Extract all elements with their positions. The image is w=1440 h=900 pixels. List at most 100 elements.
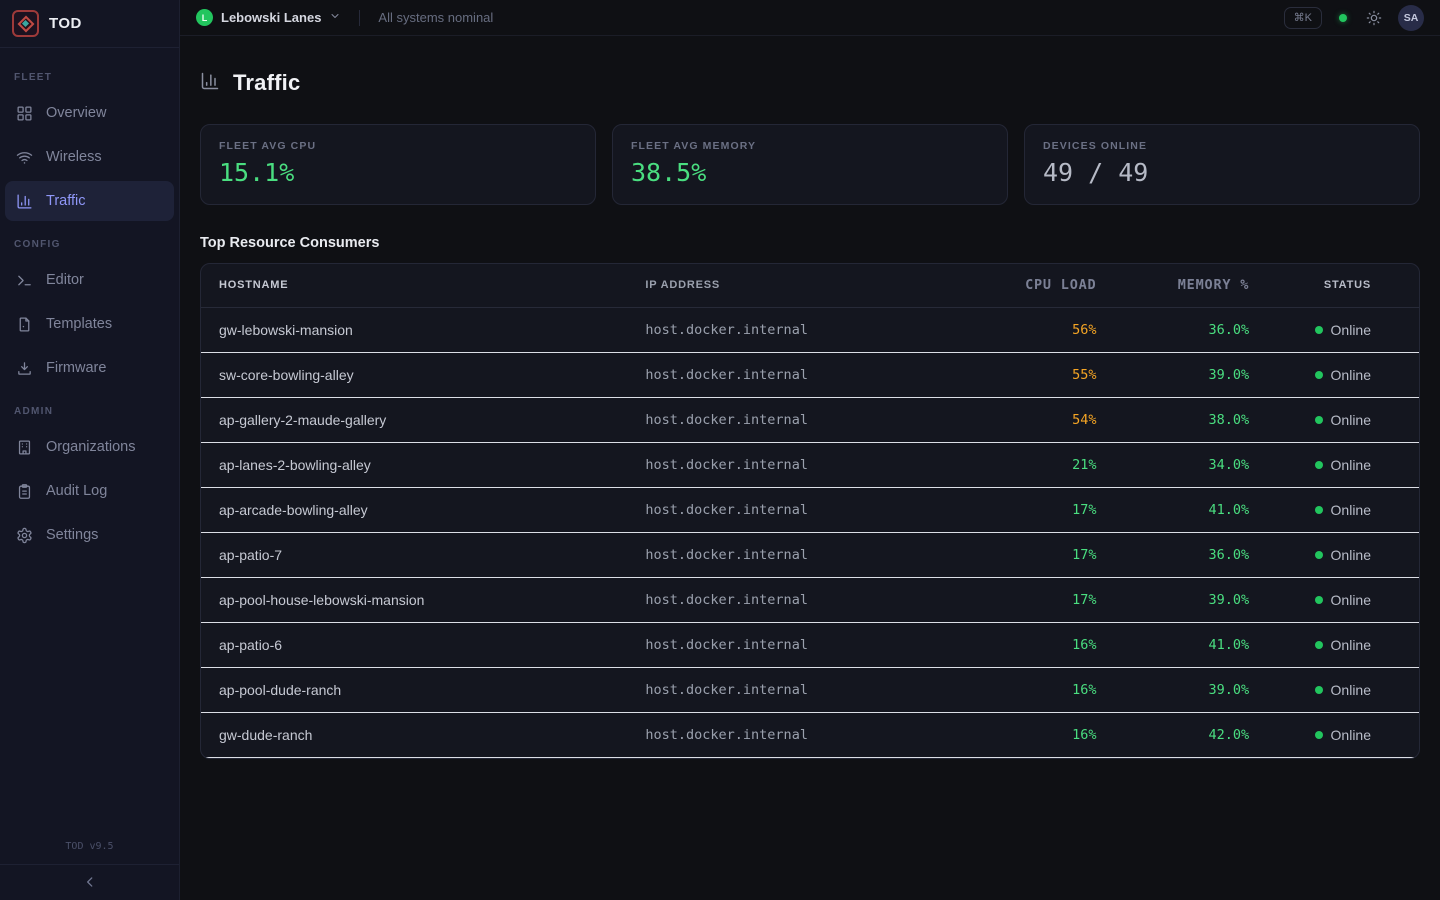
sidebar-item-templates[interactable]: Templates — [5, 304, 174, 344]
sidebar-item-editor[interactable]: Editor — [5, 260, 174, 300]
column-header-memory-%: MEMORY % — [1114, 264, 1269, 307]
stat-cards: FLEET AVG CPU 15.1% FLEET AVG MEMORY 38.… — [200, 124, 1420, 205]
table-header: HOSTNAMEIP ADDRESSCPU LOADMEMORY %STATUS — [201, 264, 1419, 307]
sidebar-item-traffic[interactable]: Traffic — [5, 181, 174, 221]
table-row[interactable]: ap-patio-6 host.docker.internal 16% 41.0… — [201, 622, 1419, 667]
bar-chart-icon — [16, 193, 33, 210]
table-header-row: HOSTNAMEIP ADDRESSCPU LOADMEMORY %STATUS — [201, 264, 1419, 307]
topbar-divider — [359, 10, 360, 26]
table-row[interactable]: sw-core-bowling-alley host.docker.intern… — [201, 352, 1419, 397]
app-name: TOD — [49, 15, 82, 32]
org-switcher[interactable]: L Lebowski Lanes — [196, 9, 341, 27]
online-dot-icon — [1315, 551, 1323, 559]
status-text: Online — [1331, 592, 1371, 608]
user-avatar[interactable]: SA — [1398, 5, 1424, 31]
table-row[interactable]: ap-arcade-bowling-alley host.docker.inte… — [201, 487, 1419, 532]
sidebar-item-overview[interactable]: Overview — [5, 93, 174, 133]
table-row[interactable]: ap-patio-7 host.docker.internal 17% 36.0… — [201, 532, 1419, 577]
ip-cell: host.docker.internal — [633, 622, 976, 667]
page-title-row: Traffic — [200, 70, 1420, 96]
stat-value: 38.5% — [631, 158, 989, 187]
status-cell: Online — [1269, 307, 1419, 352]
page-title: Traffic — [233, 70, 300, 96]
stat-label: DEVICES ONLINE — [1043, 140, 1401, 152]
chevron-down-icon — [329, 9, 341, 27]
bar-chart-icon — [200, 71, 220, 96]
ip-cell: host.docker.internal — [633, 352, 976, 397]
memory-cell: 36.0% — [1114, 307, 1269, 352]
sidebar-nav: FLEET Overview Wireless Traffic CONFIG E… — [0, 48, 179, 557]
sidebar-item-wireless[interactable]: Wireless — [5, 137, 174, 177]
sidebar-item-organizations[interactable]: Organizations — [5, 427, 174, 467]
stat-label: FLEET AVG MEMORY — [631, 140, 989, 152]
command-palette-button[interactable]: ⌘K — [1284, 7, 1322, 29]
hostname-cell: ap-patio-7 — [201, 532, 633, 577]
grid-icon — [16, 105, 33, 122]
memory-cell: 38.0% — [1114, 397, 1269, 442]
status-text: Online — [1331, 367, 1371, 383]
gear-icon — [16, 527, 33, 544]
online-dot-icon — [1315, 326, 1323, 334]
theme-toggle-button[interactable] — [1364, 8, 1384, 28]
ip-cell: host.docker.internal — [633, 532, 976, 577]
app-logo[interactable]: TOD — [0, 0, 179, 48]
status-text: Online — [1331, 682, 1371, 698]
sidebar-item-settings[interactable]: Settings — [5, 515, 174, 555]
status-text: Online — [1331, 502, 1371, 518]
ip-cell: host.docker.internal — [633, 577, 976, 622]
ip-cell: host.docker.internal — [633, 307, 976, 352]
column-header-ip-address: IP ADDRESS — [633, 264, 976, 307]
sidebar-item-firmware[interactable]: Firmware — [5, 348, 174, 388]
table-title: Top Resource Consumers — [200, 235, 1420, 251]
status-cell: Online — [1269, 532, 1419, 577]
rug-logo-icon — [12, 10, 39, 37]
ip-cell: host.docker.internal — [633, 442, 976, 487]
app-version: TOD v9.5 — [0, 831, 179, 864]
status-cell: Online — [1269, 442, 1419, 487]
stat-label: FLEET AVG CPU — [219, 140, 577, 152]
memory-cell: 42.0% — [1114, 712, 1269, 757]
cpu-cell: 16% — [977, 622, 1115, 667]
hostname-cell: ap-pool-dude-ranch — [201, 667, 633, 712]
status-cell: Online — [1269, 667, 1419, 712]
online-dot-icon — [1315, 731, 1323, 739]
column-header-hostname: HOSTNAME — [201, 264, 633, 307]
system-status: All systems nominal — [378, 10, 493, 25]
cpu-cell: 17% — [977, 487, 1115, 532]
hostname-cell: ap-arcade-bowling-alley — [201, 487, 633, 532]
chevron-left-icon — [83, 875, 97, 889]
table-row[interactable]: ap-pool-house-lebowski-mansion host.dock… — [201, 577, 1419, 622]
sidebar-section-label-config: CONFIG — [0, 223, 179, 258]
consumers-table: HOSTNAMEIP ADDRESSCPU LOADMEMORY %STATUS… — [201, 264, 1419, 758]
building-icon — [16, 439, 33, 456]
sidebar-section-admin: Organizations Audit Log Settings — [0, 425, 179, 557]
sidebar-footer: TOD v9.5 — [0, 831, 179, 900]
health-dot — [1339, 14, 1347, 22]
hostname-cell: sw-core-bowling-alley — [201, 352, 633, 397]
sidebar-section-config: Editor Templates Firmware — [0, 258, 179, 390]
table-row[interactable]: ap-lanes-2-bowling-alley host.docker.int… — [201, 442, 1419, 487]
table-row[interactable]: gw-dude-ranch host.docker.internal 16% 4… — [201, 712, 1419, 757]
cpu-cell: 16% — [977, 667, 1115, 712]
memory-cell: 36.0% — [1114, 532, 1269, 577]
clipboard-icon — [16, 483, 33, 500]
table-row[interactable]: gw-lebowski-mansion host.docker.internal… — [201, 307, 1419, 352]
online-dot-icon — [1315, 416, 1323, 424]
sidebar-section-label-fleet: FLEET — [0, 56, 179, 91]
table-row[interactable]: ap-gallery-2-maude-gallery host.docker.i… — [201, 397, 1419, 442]
hostname-cell: ap-lanes-2-bowling-alley — [201, 442, 633, 487]
online-dot-icon — [1315, 371, 1323, 379]
hostname-cell: gw-dude-ranch — [201, 712, 633, 757]
status-text: Online — [1331, 727, 1371, 743]
status-text: Online — [1331, 457, 1371, 473]
collapse-row — [0, 864, 179, 900]
table-row[interactable]: ap-pool-dude-ranch host.docker.internal … — [201, 667, 1419, 712]
sidebar-item-audit-log[interactable]: Audit Log — [5, 471, 174, 511]
status-text: Online — [1331, 412, 1371, 428]
online-dot-icon — [1315, 506, 1323, 514]
sidebar-collapse-button[interactable] — [73, 872, 107, 892]
terminal-icon — [16, 272, 33, 289]
page-content: Traffic FLEET AVG CPU 15.1% FLEET AVG ME… — [180, 36, 1440, 759]
sidebar: TOD FLEET Overview Wireless Traffic CONF… — [0, 0, 180, 900]
status-cell: Online — [1269, 712, 1419, 757]
